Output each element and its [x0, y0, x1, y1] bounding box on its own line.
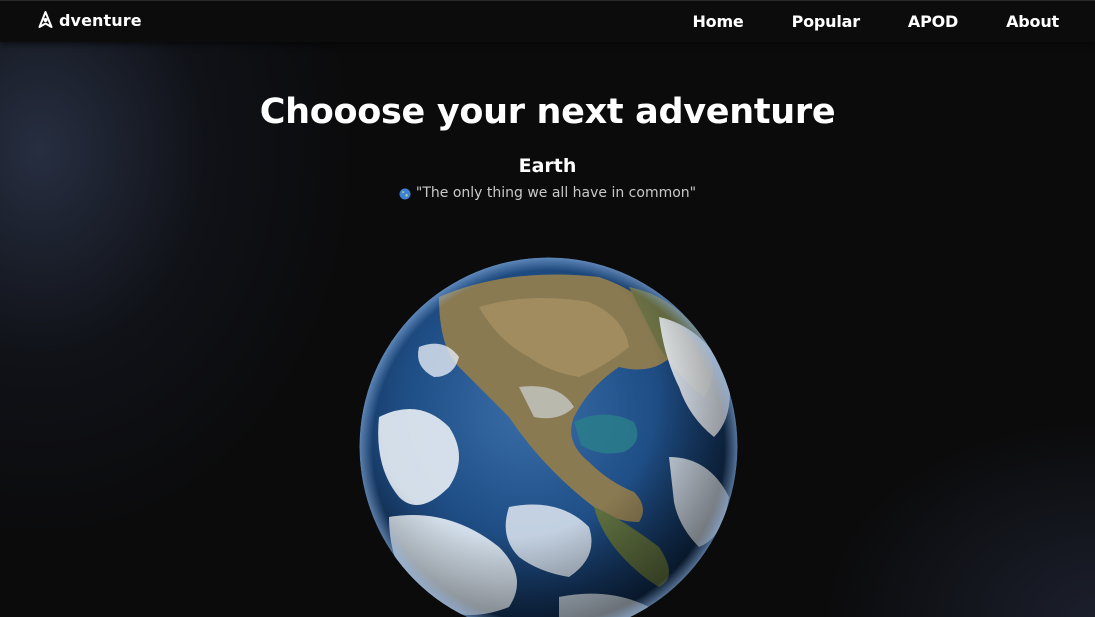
planet-tagline: "The only thing we all have in common" — [0, 185, 1095, 201]
tagline-text: "The only thing we all have in common" — [415, 185, 697, 201]
brand-logo-link[interactable]: dventure — [37, 11, 142, 30]
brand-name: dventure — [59, 11, 142, 30]
planet-name: Earth — [518, 155, 577, 177]
page-headline: Chooose your next adventure — [259, 92, 836, 132]
page: dventure Home Popular APOD About Chooose… — [0, 0, 1095, 617]
rocket-logo-icon — [38, 11, 53, 28]
nav-link-apod[interactable]: APOD — [908, 12, 958, 31]
nav-links: Home Popular APOD About — [692, 12, 1059, 31]
nav-link-home[interactable]: Home — [692, 12, 743, 31]
top-navbar: dventure Home Popular APOD About — [0, 0, 1095, 42]
earth-globe-graphic — [359, 257, 738, 617]
globe-icon — [399, 188, 411, 200]
earth-globe-image[interactable] — [359, 257, 738, 617]
nav-link-about[interactable]: About — [1006, 12, 1059, 31]
nav-link-popular[interactable]: Popular — [792, 12, 861, 31]
